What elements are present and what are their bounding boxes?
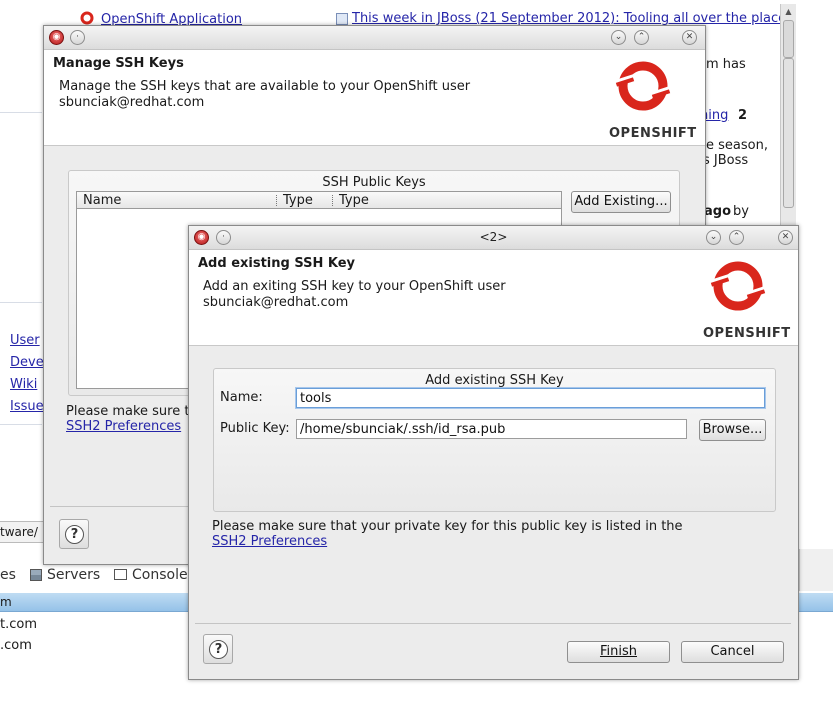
openshift-app-link-icon — [80, 11, 94, 25]
dialog-description: Add an exiting SSH key to your OpenShift… — [203, 279, 506, 311]
column-separator — [332, 195, 333, 206]
add-dialog-header: Add existing SSH Key Add an exiting SSH … — [189, 250, 798, 346]
left-panel-divider — [0, 424, 42, 425]
help-button[interactable]: ? — [203, 634, 233, 664]
close-icon[interactable]: ✕ — [778, 230, 793, 245]
right-edge-strip — [799, 549, 833, 591]
bg-text-fragment: e season, — [706, 138, 768, 153]
window-menu-icon[interactable]: ◉ — [49, 30, 64, 45]
help-icon: ? — [209, 640, 228, 659]
keys-table-header: Name Type Type — [76, 191, 562, 209]
close-icon[interactable]: ✕ — [682, 30, 697, 45]
console-icon — [114, 569, 127, 580]
description-user: sbunciak@redhat.com — [203, 295, 349, 310]
ssh2-preferences-link[interactable]: SSH2 Preferences — [212, 534, 327, 549]
scroll-thumb[interactable] — [783, 20, 794, 58]
bg-text-fragment: 2 — [738, 108, 748, 123]
cancel-button[interactable]: Cancel — [681, 641, 784, 663]
maximize-icon[interactable]: ⌃ — [729, 230, 744, 245]
scroll-up-icon[interactable]: ▲ — [781, 6, 796, 18]
bg-text-fragment: by — [733, 204, 749, 219]
bg-text-fragment: s JBoss — [703, 153, 749, 168]
add-existing-button[interactable]: Add Existing... — [571, 191, 671, 213]
servers-icon — [30, 569, 42, 581]
browse-button[interactable]: Browse... — [699, 419, 766, 441]
name-input[interactable] — [296, 388, 765, 408]
column-separator — [276, 195, 277, 206]
bottom-row[interactable]: .com — [0, 638, 32, 653]
add-existing-ssh-key-dialog: ◉ · <2> ⌄ ⌃ ✕ Add existing SSH Key Add a… — [188, 225, 799, 680]
dialog-description: Manage the SSH keys that are available t… — [59, 79, 470, 111]
feed-icon — [336, 13, 348, 25]
footer-separator — [195, 623, 791, 624]
dialog-title: Manage SSH Keys — [53, 56, 184, 71]
group-title: SSH Public Keys — [322, 175, 426, 190]
left-link-wiki[interactable]: Wiki — [10, 377, 37, 392]
openshift-logo-icon — [707, 255, 769, 317]
description-line: Add an exiting SSH key to your OpenShift… — [203, 279, 506, 294]
description-user: sbunciak@redhat.com — [59, 95, 205, 110]
pin-icon[interactable]: · — [70, 30, 85, 45]
finish-label: Finish — [599, 644, 637, 659]
private-key-note: Please make sure that your private key f… — [212, 519, 683, 534]
manage-note-text: Please make sure t — [66, 404, 190, 419]
add-dialog-titlebar[interactable]: ◉ · <2> ⌄ ⌃ ✕ — [189, 226, 798, 250]
ssh2-preferences-link[interactable]: SSH2 Preferences — [66, 419, 181, 434]
left-link-issue[interactable]: Issue — [10, 399, 44, 414]
bottom-header-text: m — [0, 595, 12, 609]
tab-servers[interactable]: Servers — [47, 567, 100, 583]
jboss-weekly-link[interactable]: This week in JBoss (21 September 2012): … — [352, 11, 786, 26]
name-label: Name: — [220, 390, 263, 405]
description-line: Manage the SSH keys that are available t… — [59, 79, 471, 94]
column-header-type[interactable]: Type — [283, 193, 313, 208]
dialog-title: Add existing SSH Key — [198, 256, 356, 271]
minimize-icon[interactable]: ⌄ — [706, 230, 721, 245]
public-key-label: Public Key: — [220, 421, 290, 436]
left-link-user[interactable]: User — [10, 333, 40, 348]
left-panel-divider — [0, 302, 42, 303]
bottom-row[interactable]: t.com — [0, 617, 37, 632]
tab-fragment-es[interactable]: es — [0, 567, 16, 583]
public-key-input[interactable] — [296, 419, 687, 439]
minimize-icon[interactable]: ⌄ — [611, 30, 626, 45]
scroll-thumb-lower[interactable] — [783, 58, 794, 208]
openshift-logo-text: OPENSHIFT — [609, 126, 697, 141]
address-text: tware/ — [0, 525, 38, 539]
help-button[interactable]: ? — [59, 519, 89, 549]
manage-dialog-header: Manage SSH Keys Manage the SSH keys that… — [44, 50, 705, 146]
tab-console[interactable]: Console — [132, 567, 188, 583]
left-link-deve[interactable]: Deve — [10, 355, 44, 370]
openshift-logo-icon — [612, 55, 674, 117]
footer-separator — [50, 506, 198, 507]
finish-button[interactable]: Finish — [567, 641, 670, 663]
column-header-name[interactable]: Name — [83, 193, 121, 208]
manage-dialog-titlebar[interactable]: ◉ · ⌄ ⌃ ✕ — [44, 26, 705, 50]
bg-text-fragment: m has — [706, 57, 746, 72]
openshift-logo-text: OPENSHIFT — [703, 326, 791, 341]
column-header-type-2[interactable]: Type — [339, 193, 369, 208]
bg-text-fragment: ago — [704, 204, 732, 219]
help-icon: ? — [65, 525, 84, 544]
group-title: Add existing SSH Key — [425, 373, 564, 388]
maximize-icon[interactable]: ⌃ — [634, 30, 649, 45]
left-panel-divider — [0, 112, 42, 113]
